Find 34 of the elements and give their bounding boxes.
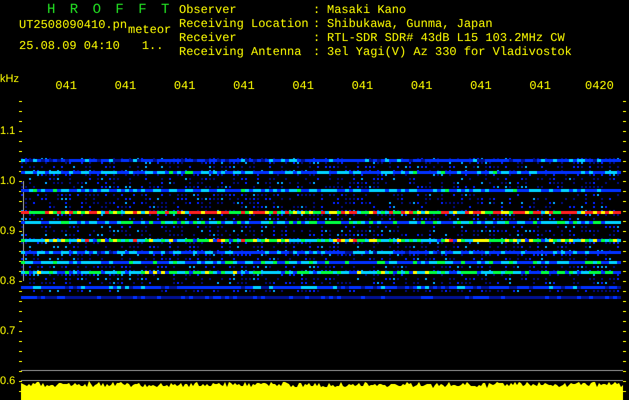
info-value: Masaki Kano xyxy=(327,4,408,18)
app-title: H R O F F T xyxy=(47,2,174,18)
file-name: UT2508090410.pn xyxy=(19,19,128,32)
time-label: 041 xyxy=(528,78,552,93)
info-label: Observer xyxy=(179,4,238,18)
info-value: 3el Yagi(V) Az 330 for Vladivostok xyxy=(327,46,572,60)
time-label: 041 xyxy=(114,78,138,93)
separator: : xyxy=(313,18,322,32)
info-value: RTL-SDR SDR# 43dB L15 103.2MHz CW xyxy=(327,32,566,46)
separator: : xyxy=(313,46,322,60)
frequency-label: 0.7 xyxy=(0,324,16,338)
time-label: 041 xyxy=(172,78,196,93)
axis-unit: kHz xyxy=(0,73,20,86)
frequency-label: 1.1 xyxy=(0,124,16,138)
time-label: 041 xyxy=(291,78,315,93)
time-label: 041 xyxy=(350,78,374,93)
info-label: Receiver xyxy=(179,32,238,46)
mode-label: meteor xyxy=(128,24,172,37)
time-label: 041 xyxy=(410,78,434,93)
separator: : xyxy=(313,32,322,46)
time-label: 0420 xyxy=(584,78,615,93)
info-value: Shibukawa, Gunma, Japan xyxy=(327,18,494,32)
date-time: 25.08.09 04:10 xyxy=(19,40,120,53)
counter-label: 1.. xyxy=(142,40,164,53)
time-label: 041 xyxy=(232,78,256,93)
info-label: Receiving Location xyxy=(179,18,310,32)
frequency-label: 1.0 xyxy=(0,174,16,188)
separator: : xyxy=(313,4,322,18)
frequency-label: 0.8 xyxy=(0,274,16,288)
frequency-label: 0.9 xyxy=(0,224,16,238)
time-label: 041 xyxy=(469,78,493,93)
time-label: 041 xyxy=(54,78,78,93)
info-label: Receiving Antenna xyxy=(179,46,302,60)
frequency-label: 0.6 xyxy=(0,374,16,388)
